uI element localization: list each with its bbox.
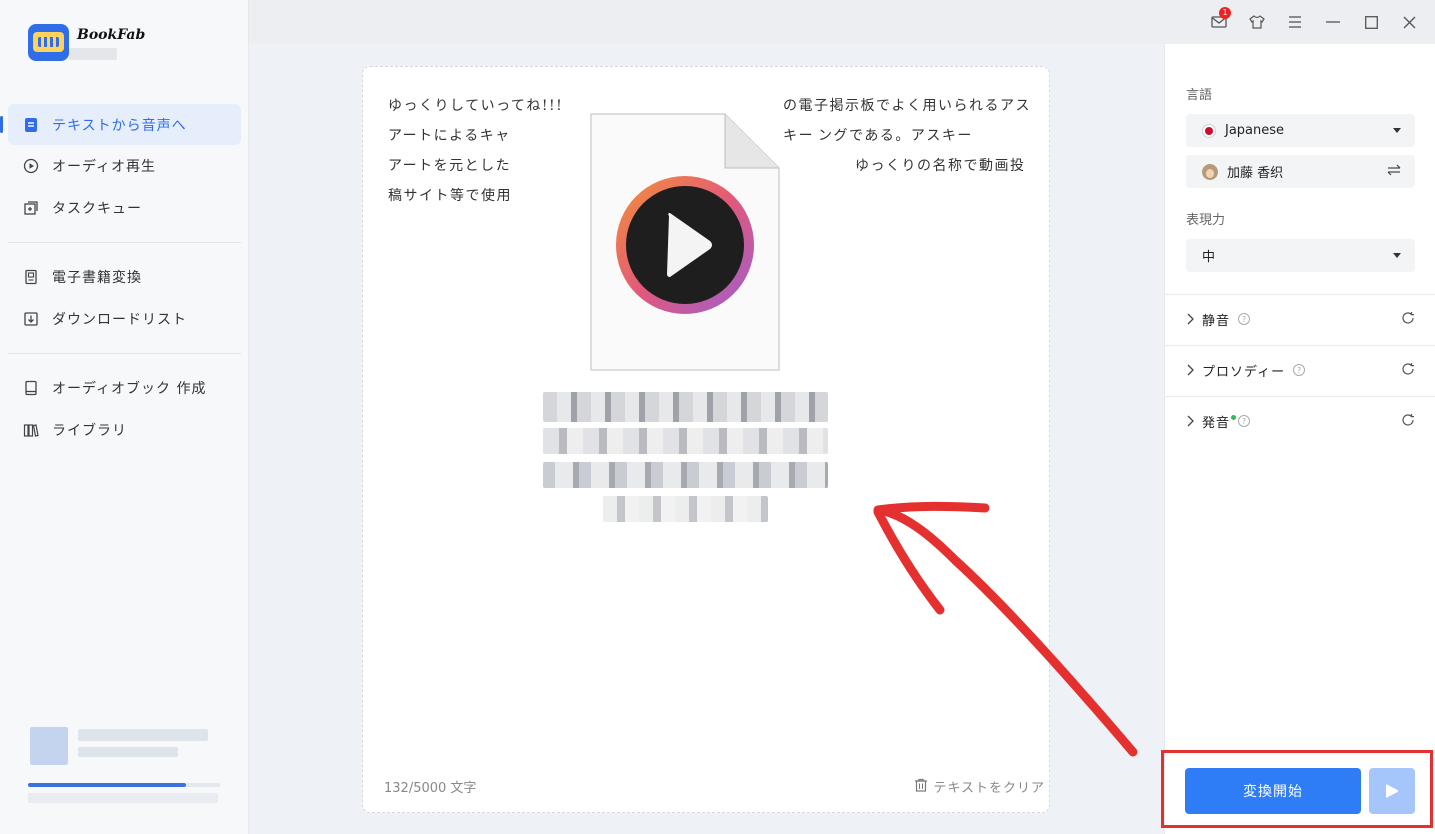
- highlight-box: [1161, 750, 1433, 828]
- user-name-blurred: [78, 729, 208, 741]
- language-label: 言語: [1186, 88, 1213, 103]
- close-icon[interactable]: [1397, 10, 1421, 34]
- ebook-icon: [22, 268, 40, 286]
- download-icon: [22, 310, 40, 328]
- chevron-right-icon: [1186, 313, 1194, 325]
- file-name-blurred: [543, 392, 828, 522]
- reset-icon[interactable]: [1401, 362, 1415, 380]
- japan-flag-icon: [1202, 123, 1216, 138]
- clear-text-button[interactable]: テキストをクリア: [914, 777, 1045, 796]
- sidebar-item-text-to-speech[interactable]: テキストから音声へ: [0, 104, 241, 145]
- reset-icon[interactable]: [1401, 413, 1415, 431]
- sidebar-item-label: ダウンロードリスト: [52, 311, 187, 328]
- panel-divider: [1165, 396, 1435, 397]
- language-value: Japanese: [1225, 123, 1285, 138]
- help-icon[interactable]: ?: [1238, 313, 1251, 325]
- title-bar: 1: [249, 0, 1435, 44]
- voice-value: 加藤 香织: [1227, 166, 1284, 181]
- settings-panel: 言語 Japanese 加藤 香织 表現力 中 静音 ? プロソディー ? 発音…: [1164, 44, 1435, 834]
- section-label: 発音: [1202, 415, 1231, 431]
- sidebar-divider: [8, 242, 241, 243]
- video-file-icon: [590, 113, 780, 371]
- expression-select[interactable]: 中: [1186, 239, 1415, 272]
- audiobook-icon: [22, 379, 40, 397]
- notification-badge: 1: [1219, 7, 1231, 19]
- sidebar-item-audiobook-create[interactable]: オーディオブック 作成: [8, 367, 241, 408]
- editor-line: ゆっくりの名称で動画投: [855, 158, 1026, 174]
- section-prosody[interactable]: プロソディー ?: [1186, 360, 1415, 380]
- app-name: BookFab: [77, 27, 146, 43]
- character-count: 132/5000 文字: [384, 781, 477, 796]
- swap-icon[interactable]: [1387, 164, 1401, 180]
- help-icon[interactable]: ?: [1293, 364, 1306, 376]
- sidebar-item-audio-playback[interactable]: オーディオ再生: [8, 145, 241, 186]
- sidebar-divider: [8, 353, 241, 354]
- voice-avatar: [1202, 163, 1218, 180]
- new-indicator-dot: [1231, 414, 1237, 420]
- document-icon: [22, 116, 40, 134]
- license-badge: [69, 48, 117, 60]
- help-icon[interactable]: ?: [1238, 415, 1251, 427]
- expression-value: 中: [1202, 250, 1216, 265]
- sidebar-item-label: オーディオブック 作成: [52, 380, 207, 397]
- expression-label: 表現力: [1186, 213, 1226, 228]
- editor-line: ゆっくりしていってね!!!: [388, 98, 564, 114]
- editor-line: アートによるキャ: [388, 128, 511, 144]
- editor-line: 稿サイト等で使用: [388, 188, 512, 204]
- editor-line: ングである。アスキー: [818, 128, 973, 144]
- user-account-area[interactable]: [22, 715, 222, 810]
- sidebar-item-label: テキストから音声へ: [52, 117, 187, 134]
- section-label: 静音: [1202, 313, 1231, 329]
- task-queue-icon: [22, 199, 40, 217]
- usage-progress-fill: [28, 783, 186, 787]
- sidebar-item-ebook-conversion[interactable]: 電子書籍変換: [8, 256, 241, 297]
- play-circle-icon: [22, 157, 40, 175]
- shirt-icon[interactable]: [1245, 10, 1269, 34]
- chevron-right-icon: [1186, 364, 1194, 376]
- sidebar-item-label: 電子書籍変換: [52, 269, 142, 286]
- voice-select[interactable]: 加藤 香织: [1186, 155, 1415, 188]
- minimize-icon[interactable]: [1321, 10, 1345, 34]
- section-pronunciation[interactable]: 発音 ?: [1186, 411, 1415, 431]
- mail-icon[interactable]: 1: [1207, 7, 1231, 34]
- clear-text-label: テキストをクリア: [933, 781, 1045, 796]
- usage-text-blurred: [28, 793, 218, 803]
- sidebar-item-label: タスクキュー: [52, 200, 142, 217]
- chevron-right-icon: [1186, 415, 1194, 427]
- section-silence[interactable]: 静音 ?: [1186, 309, 1415, 329]
- caret-down-icon: [1393, 253, 1401, 258]
- sidebar: BookFab テキストから音声へ オーディオ再生 タスクキュー 電子書籍変換 …: [0, 0, 249, 834]
- user-info-blurred: [78, 747, 178, 757]
- panel-divider: [1165, 294, 1435, 295]
- library-icon: [22, 421, 40, 439]
- bookfab-logo-icon: [28, 24, 69, 61]
- sidebar-item-library[interactable]: ライブラリ: [8, 409, 241, 450]
- sidebar-item-download-list[interactable]: ダウンロードリスト: [8, 298, 241, 339]
- reset-icon[interactable]: [1401, 311, 1415, 329]
- editor-line: アートを元とした: [388, 158, 512, 174]
- menu-icon[interactable]: [1283, 10, 1307, 34]
- panel-divider: [1165, 345, 1435, 346]
- caret-down-icon: [1393, 128, 1401, 133]
- sidebar-item-task-queue[interactable]: タスクキュー: [8, 187, 241, 228]
- maximize-icon[interactable]: [1359, 10, 1383, 34]
- trash-icon: [914, 778, 928, 796]
- language-select[interactable]: Japanese: [1186, 114, 1415, 147]
- avatar: [30, 727, 68, 765]
- app-logo: BookFab: [28, 24, 145, 61]
- sidebar-item-label: オーディオ再生: [52, 158, 157, 175]
- sidebar-item-label: ライブラリ: [52, 422, 127, 439]
- section-label: プロソディー: [1202, 364, 1286, 380]
